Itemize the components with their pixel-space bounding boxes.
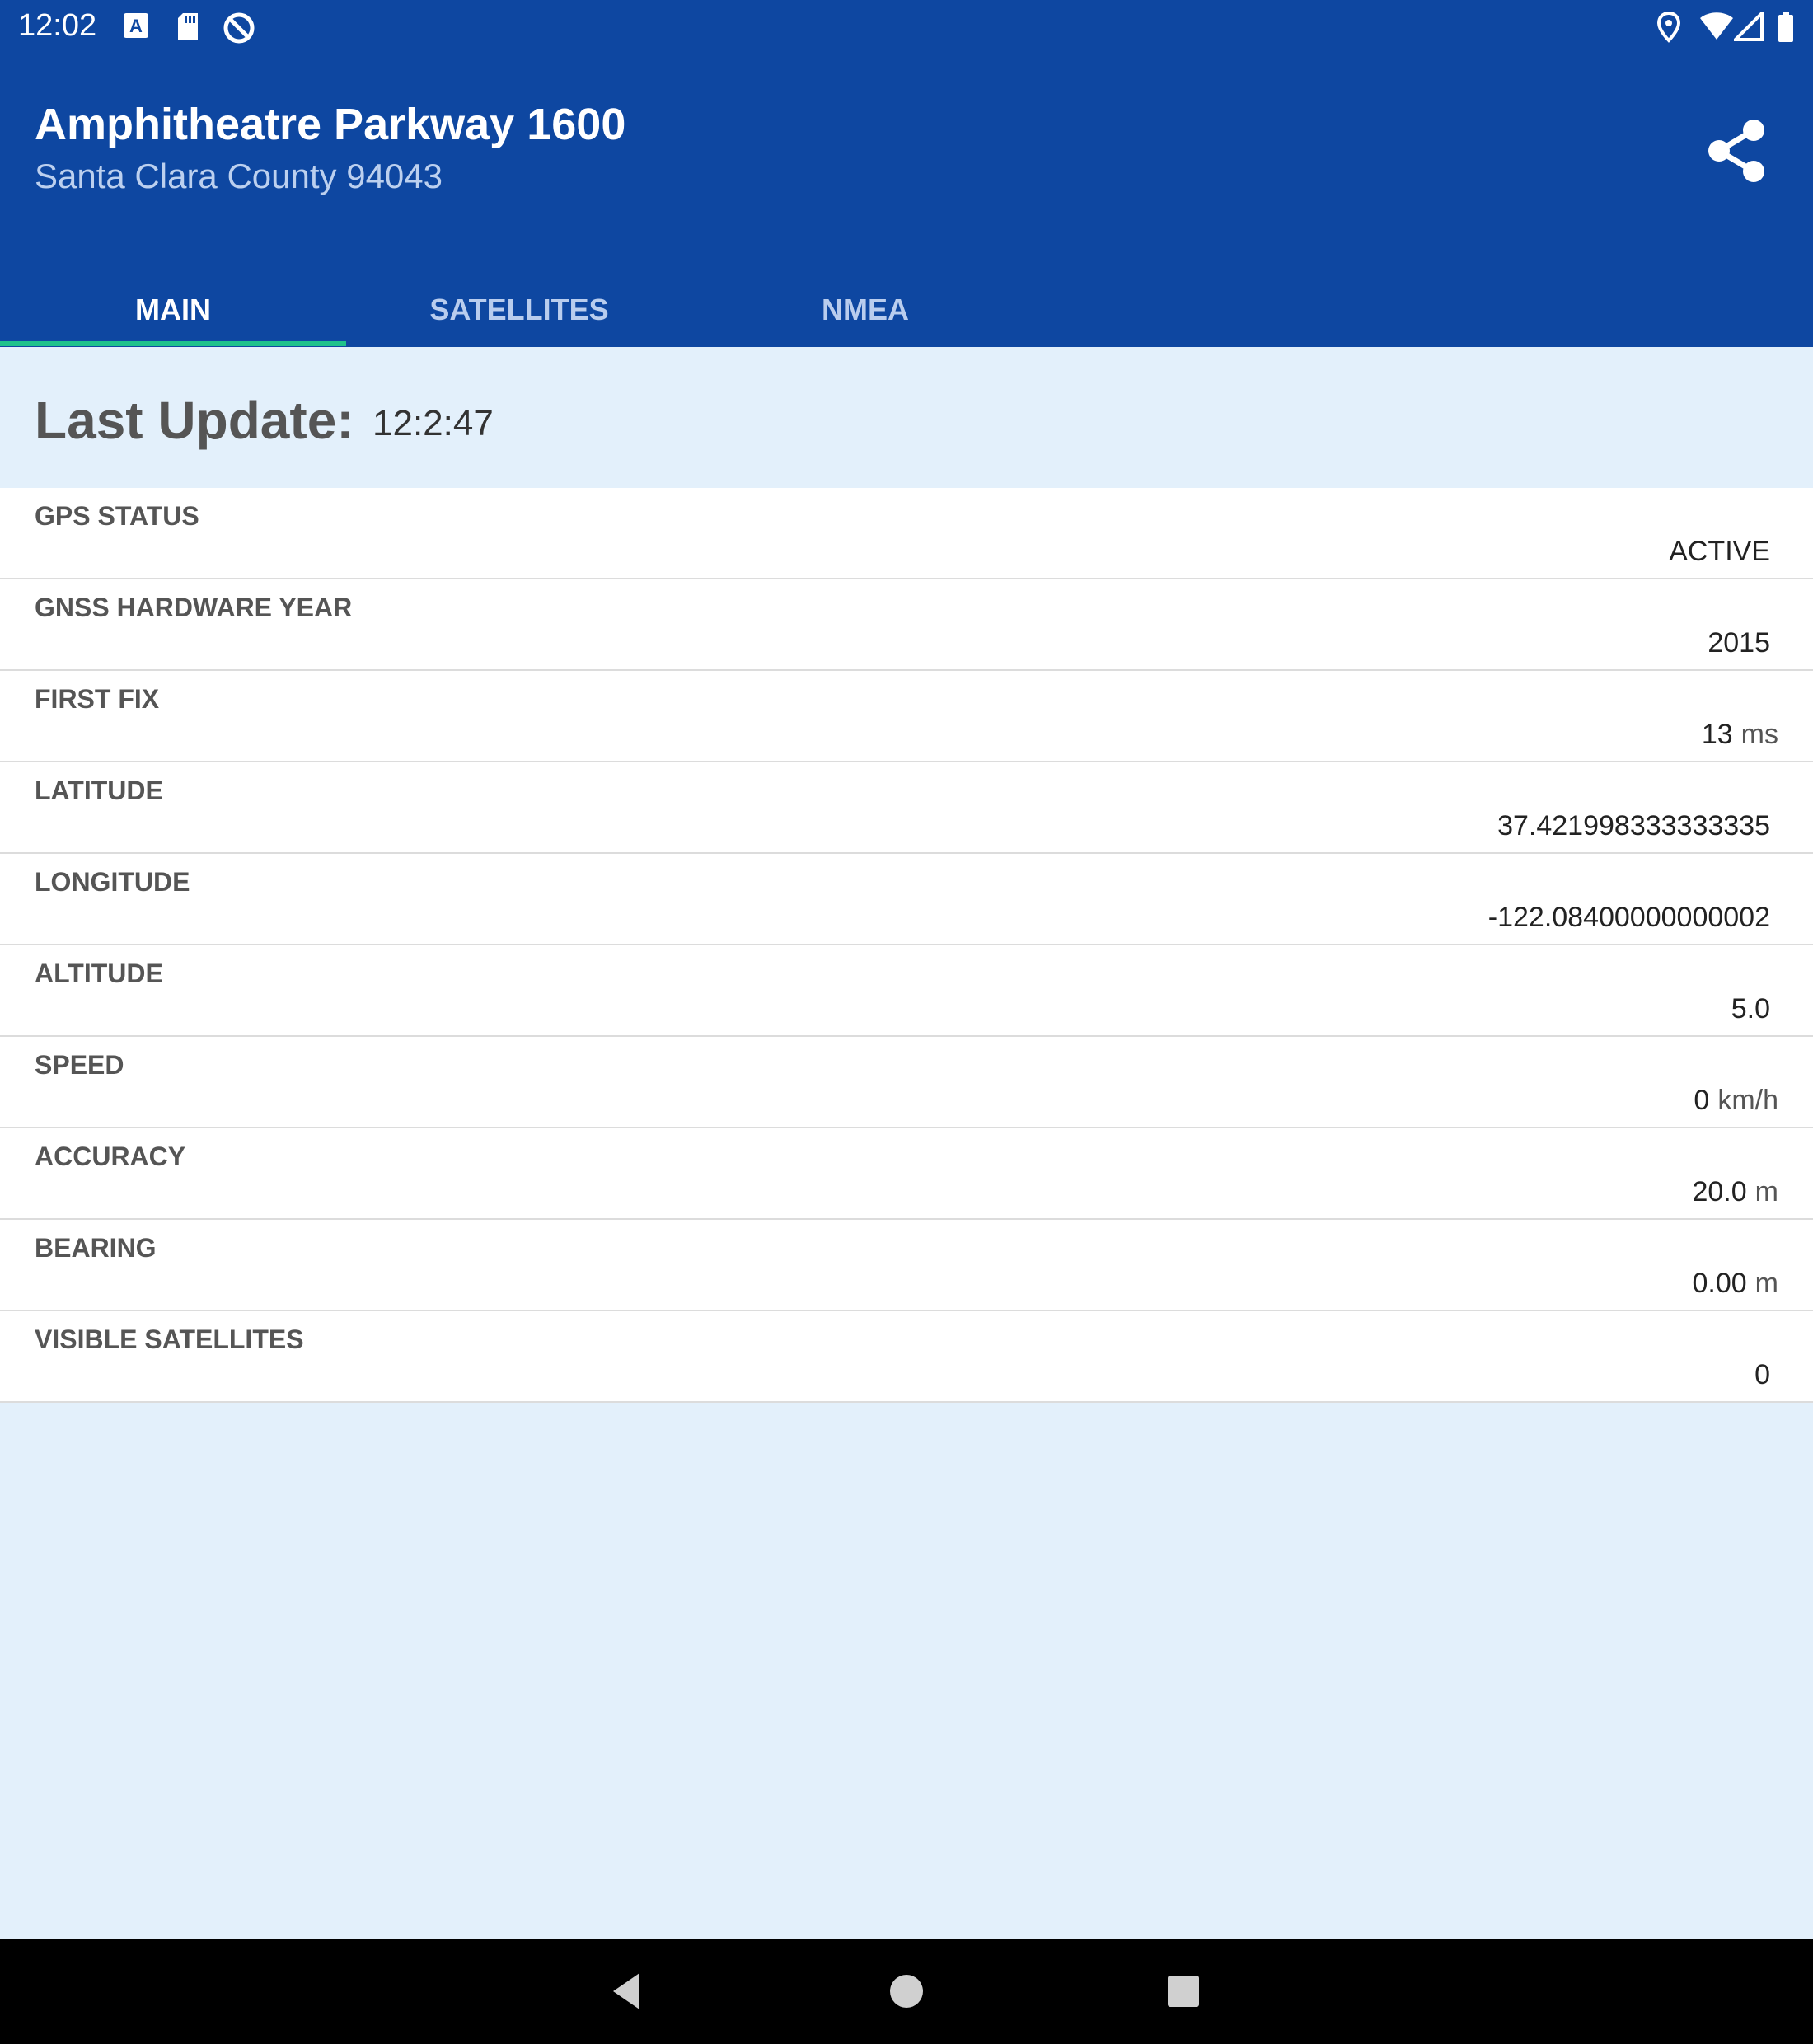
last-update-section: Last Update: 12:2:47 xyxy=(0,347,1813,488)
tab-main[interactable]: MAIN xyxy=(0,277,346,347)
row-label: VISIBLE SATELLITES xyxy=(35,1324,304,1354)
row-label: LATITUDE xyxy=(35,776,163,805)
recents-icon xyxy=(1168,1976,1199,2007)
home-button[interactable] xyxy=(882,1967,931,2016)
location-pin-icon xyxy=(1656,12,1681,43)
row-accuracy: ACCURACY 20.0 m xyxy=(0,1128,1813,1220)
value-text: ACTIVE xyxy=(1669,536,1770,567)
tab-satellites[interactable]: SATELLITES xyxy=(346,277,692,347)
row-label: SPEED xyxy=(35,1050,124,1080)
row-label: ALTITUDE xyxy=(35,959,163,988)
row-value: 0 km/h xyxy=(1694,1085,1778,1117)
home-icon xyxy=(890,1975,923,2008)
back-icon xyxy=(613,1973,639,2009)
value-text: 20.0 xyxy=(1692,1176,1747,1207)
row-bearing: BEARING 0.00 m xyxy=(0,1220,1813,1311)
app-bar: Amphitheatre Parkway 1600 Santa Clara Co… xyxy=(0,54,1813,347)
row-value: -122.08400000000002 xyxy=(1488,902,1770,934)
row-gnss-hardware-year: GNSS HARDWARE YEAR 2015 xyxy=(0,579,1813,671)
unit-text: km/h xyxy=(1717,1085,1778,1116)
row-speed: SPEED 0 km/h xyxy=(0,1037,1813,1128)
row-value: 2015 xyxy=(1708,627,1770,659)
value-text: 5.0 xyxy=(1731,993,1770,1024)
row-first-fix: FIRST FIX 13 ms xyxy=(0,671,1813,762)
row-label: GNSS HARDWARE YEAR xyxy=(35,593,353,622)
last-update-label: Last Update: xyxy=(35,391,354,450)
row-value: ACTIVE xyxy=(1669,536,1770,568)
status-time: 12:02 xyxy=(18,8,97,43)
value-text: 0.00 xyxy=(1692,1268,1747,1299)
back-button[interactable] xyxy=(602,1967,651,2016)
share-icon xyxy=(1708,120,1764,182)
gps-info-list: GPS STATUS ACTIVE GNSS HARDWARE YEAR 201… xyxy=(0,488,1813,1403)
svg-text:A: A xyxy=(129,16,143,36)
tab-indicator xyxy=(0,341,346,346)
last-update-value: 12:2:47 xyxy=(372,403,494,443)
row-value: 37.421998333333335 xyxy=(1497,810,1770,842)
recents-button[interactable] xyxy=(1159,1967,1208,2016)
value-text: 2015 xyxy=(1708,627,1770,659)
row-latitude: LATITUDE 37.421998333333335 xyxy=(0,762,1813,854)
navigation-bar xyxy=(0,1939,1813,2044)
page-subtitle: Santa Clara County 94043 xyxy=(35,157,443,195)
share-button[interactable] xyxy=(1698,112,1775,190)
unit-text: m xyxy=(1754,1176,1778,1207)
signal-icon xyxy=(1734,12,1764,41)
value-text: 37.421998333333335 xyxy=(1497,810,1770,842)
value-text: 0 xyxy=(1694,1085,1710,1116)
row-value: 20.0 m xyxy=(1692,1176,1778,1208)
row-longitude: LONGITUDE -122.08400000000002 xyxy=(0,854,1813,945)
battery-icon xyxy=(1778,12,1793,42)
sd-card-icon xyxy=(178,13,198,40)
tab-nmea[interactable]: NMEA xyxy=(692,277,1038,347)
row-gps-status: GPS STATUS ACTIVE xyxy=(0,488,1813,579)
value-text: 0 xyxy=(1754,1359,1770,1390)
row-value: 0 xyxy=(1754,1359,1770,1391)
row-label: ACCURACY xyxy=(35,1142,186,1171)
row-value: 5.0 xyxy=(1731,993,1770,1025)
row-visible-satellites: VISIBLE SATELLITES 0 xyxy=(0,1311,1813,1403)
page-title: Amphitheatre Parkway 1600 xyxy=(35,100,626,149)
no-data-saver-icon xyxy=(223,12,255,44)
row-value: 0.00 m xyxy=(1692,1268,1778,1300)
unit-text: ms xyxy=(1740,719,1778,750)
row-label: LONGITUDE xyxy=(35,867,190,897)
row-altitude: ALTITUDE 5.0 xyxy=(0,945,1813,1037)
wifi-icon xyxy=(1700,12,1733,40)
row-label: FIRST FIX xyxy=(35,684,160,714)
tab-bar: MAIN SATELLITES NMEA xyxy=(0,277,1813,347)
row-value: 13 ms xyxy=(1702,719,1778,751)
status-bar: 12:02 A xyxy=(0,0,1813,54)
value-text: 13 xyxy=(1701,719,1733,750)
unit-text: m xyxy=(1754,1268,1778,1299)
value-text: -122.08400000000002 xyxy=(1487,902,1770,933)
row-label: BEARING xyxy=(35,1233,157,1263)
keyboard-a-icon: A xyxy=(124,13,148,38)
row-label: GPS STATUS xyxy=(35,501,199,531)
